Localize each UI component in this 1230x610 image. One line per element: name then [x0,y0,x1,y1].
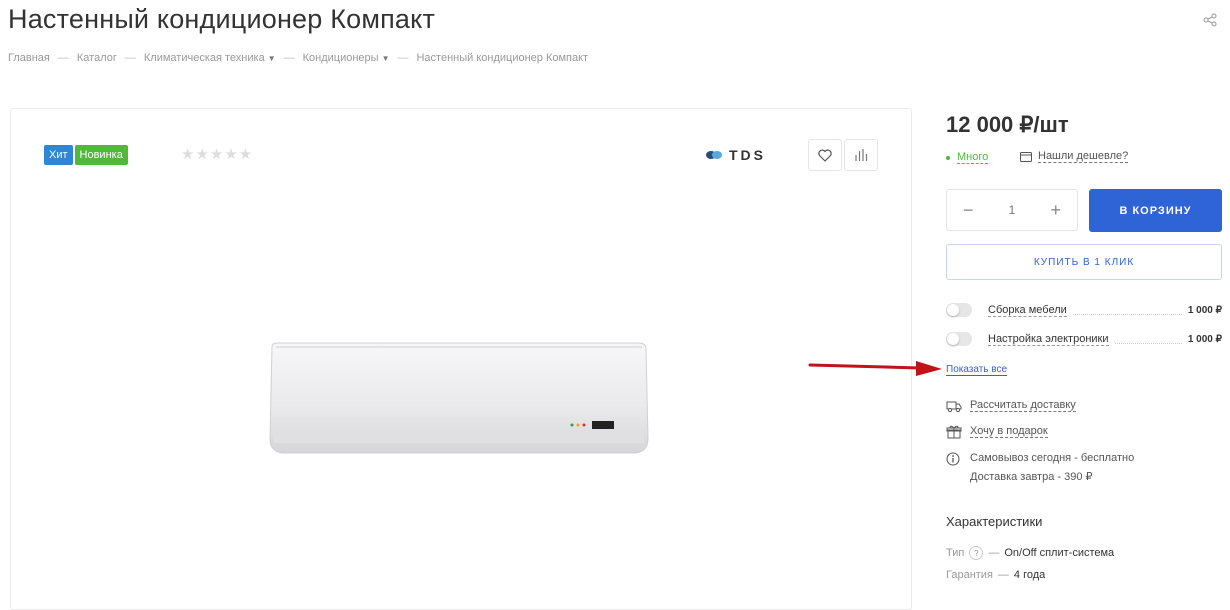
truck-icon [946,401,962,413]
quantity-stepper: − 1 + [946,189,1078,231]
add-to-cart-button[interactable]: В КОРЗИНУ [1089,189,1222,232]
breadcrumb-separator: — [283,52,295,64]
annotation-arrow-icon [808,361,942,376]
breadcrumb: Главная — Каталог — Климатическая техник… [8,52,588,64]
chevron-down-icon[interactable]: ▼ [268,54,276,63]
brand-logo[interactable]: TDS [705,147,766,163]
calc-delivery-row[interactable]: Рассчитать доставку [946,399,1076,413]
gift-row[interactable]: Хочу в подарок [946,425,1048,439]
service-name[interactable]: Настройка электроники [988,333,1109,346]
new-badge: Новинка [74,145,128,165]
service-row: Настройка электроники 1 000 ₽ [946,332,1222,346]
characteristic-value: 4 года [1013,569,1046,581]
breadcrumb-climate[interactable]: Климатическая техника [144,52,265,64]
hit-badge: Хит [44,145,73,165]
breadcrumb-catalog[interactable]: Каталог [77,52,117,64]
buy-one-click-button[interactable]: КУПИТЬ В 1 КЛИК [946,244,1222,280]
delivery-text: Доставка завтра - 390 ₽ [970,471,1093,483]
heart-icon [818,149,832,162]
breadcrumb-conditioners[interactable]: Кондиционеры [303,52,379,64]
info-icon [946,452,960,466]
breadcrumb-current: Настенный кондиционер Компакт [416,52,589,64]
rating-stars[interactable]: ★★★★★ [181,145,253,163]
breadcrumb-separator: — [124,52,136,64]
service-leader-dots [1072,306,1182,315]
brand-logo-mark-icon [706,151,722,159]
breadcrumb-separator: — [57,52,69,64]
gift-link[interactable]: Хочу в подарок [970,425,1048,438]
product-image[interactable] [266,339,650,459]
breadcrumb-separator: — [397,52,409,64]
chevron-down-icon[interactable]: ▼ [382,54,390,63]
price: 12 000 ₽/шт [946,112,1069,137]
availability: Много [946,151,989,164]
compare-bars-icon [855,149,868,161]
wallet-icon [1020,152,1032,162]
characteristic-row: Гарантия — 4 года [946,569,1045,581]
calc-delivery-link[interactable]: Рассчитать доставку [970,399,1076,412]
quantity-minus-button[interactable]: − [963,200,974,221]
characteristic-label: Гарантия [946,569,993,581]
found-cheaper-label: Нашли дешевле? [1038,150,1129,163]
badges: Хит Новинка [44,145,128,165]
service-toggle[interactable] [946,303,972,317]
characteristic-label: Тип [946,547,965,559]
product-gallery: Хит Новинка ★★★★★ TDS [10,108,912,610]
favorite-button[interactable] [808,139,842,171]
quantity-value[interactable]: 1 [1009,203,1016,217]
characteristic-separator: — [988,547,1000,559]
help-icon[interactable]: ? [969,546,984,560]
breadcrumb-home[interactable]: Главная [8,52,50,64]
service-leader-dots [1114,335,1182,344]
service-price: 1 000 ₽ [1187,333,1222,345]
page-title: Настенный кондиционер Компакт [8,4,436,34]
show-all-services-link[interactable]: Показать все [946,364,1008,376]
characteristics-title: Характеристики [946,514,1043,529]
gift-icon [946,425,962,439]
service-row: Сборка мебели 1 000 ₽ [946,303,1222,317]
service-toggle[interactable] [946,332,972,346]
characteristic-value: On/Off сплит-система [1004,547,1115,559]
service-name[interactable]: Сборка мебели [988,304,1067,317]
compare-button[interactable] [844,139,878,171]
availability-status[interactable]: Много [957,151,989,164]
availability-dot-icon [946,155,950,160]
characteristic-separator: — [997,569,1009,581]
characteristic-row: Тип ? — On/Off сплит-система [946,546,1114,560]
pickup-text: Самовывоз сегодня - бесплатно [970,452,1135,464]
share-icon[interactable] [1202,12,1218,28]
brand-name: TDS [729,147,766,163]
service-price: 1 000 ₽ [1187,304,1222,316]
delivery-info: Самовывоз сегодня - бесплатно Доставка з… [946,452,1134,484]
found-cheaper-link[interactable]: Нашли дешевле? [1020,150,1129,163]
quantity-plus-button[interactable]: + [1050,200,1061,221]
